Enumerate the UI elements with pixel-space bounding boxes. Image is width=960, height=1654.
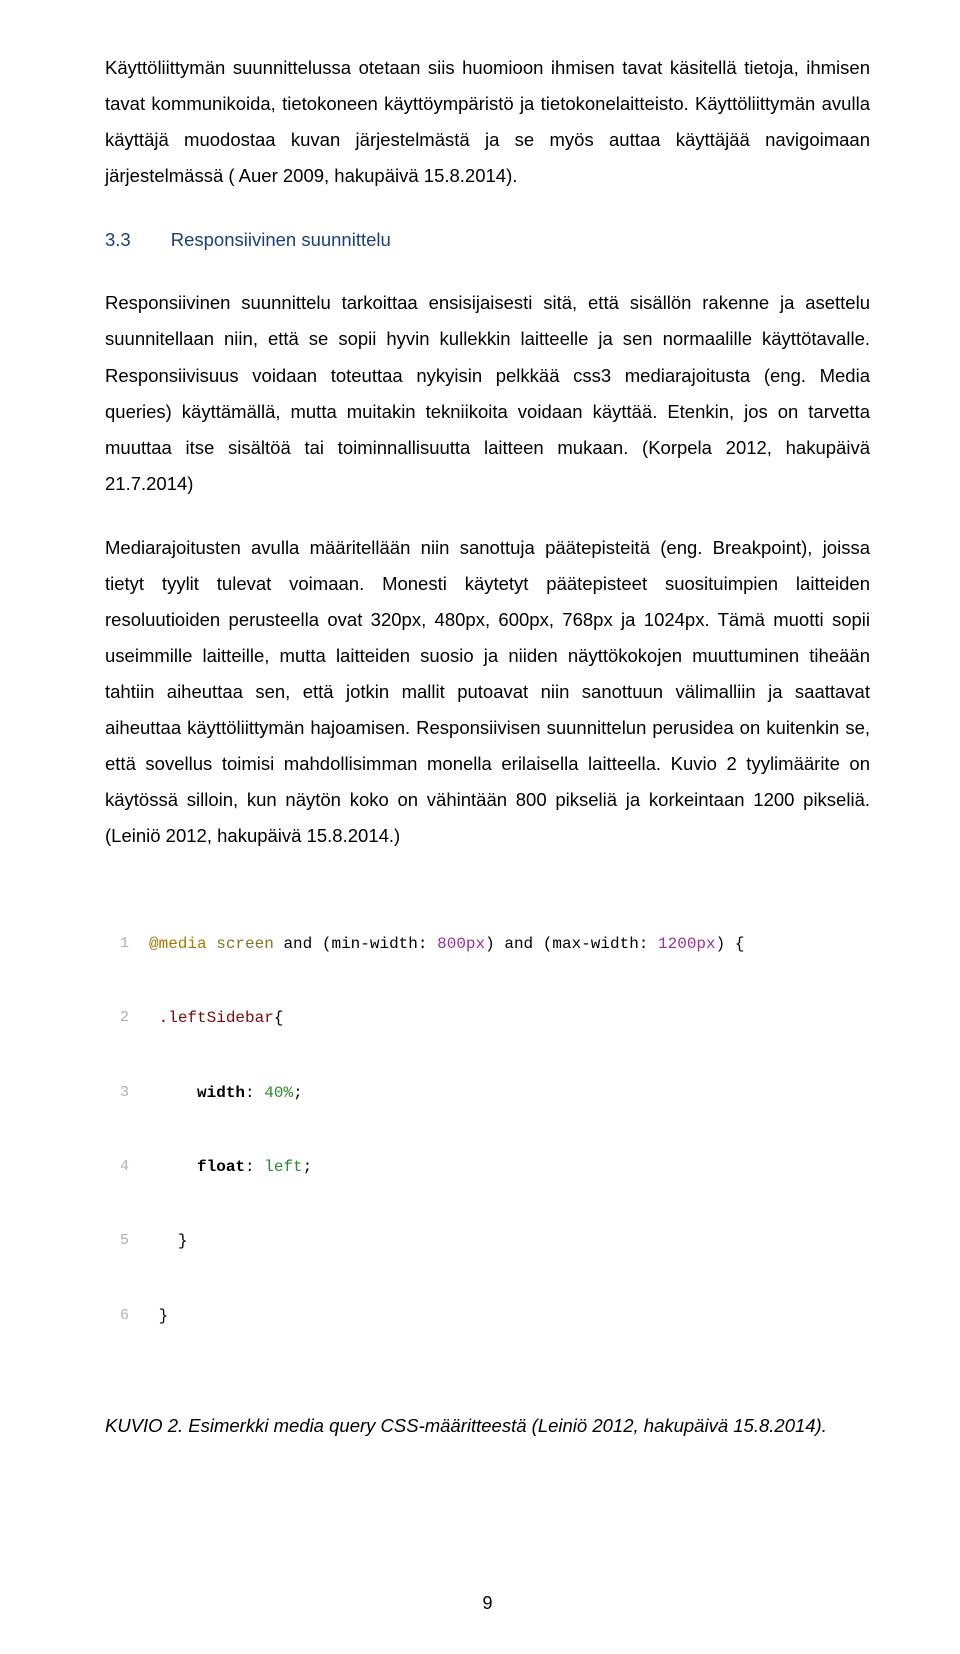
section-heading: 3.3 Responsiivinen suunnittelu <box>105 222 870 257</box>
heading-number: 3.3 <box>105 222 131 257</box>
code-token-screen: screen <box>216 935 274 953</box>
code-token-selector: .leftSidebar <box>159 1009 274 1027</box>
code-token-float-prop: float <box>197 1158 245 1176</box>
code-token-minwidth: min-width <box>331 935 417 953</box>
code-line-2: 2 .leftSidebar{ <box>109 1006 870 1031</box>
code-token-left: left <box>264 1158 302 1176</box>
code-line-4: 4 float: left; <box>109 1155 870 1180</box>
code-token-width-prop: width <box>197 1084 245 1102</box>
paragraph-1: Käyttöliittymän suunnittelussa otetaan s… <box>105 50 870 194</box>
figure-caption: KUVIO 2. Esimerkki media query CSS-määri… <box>105 1408 870 1443</box>
code-token-800px: 800px <box>437 935 485 953</box>
code-token-and: and <box>504 935 533 953</box>
code-line-3: 3 width: 40%; <box>109 1081 870 1106</box>
code-line-1: 1@media screen and (min-width: 800px) an… <box>109 932 870 957</box>
code-token-maxwidth: max-width <box>552 935 638 953</box>
page-number: 9 <box>105 1593 870 1614</box>
heading-text: Responsiivinen suunnittelu <box>171 229 391 250</box>
code-line-6: 6 } <box>109 1304 870 1329</box>
code-token-and: and <box>283 935 312 953</box>
code-line-5: 5 } <box>109 1229 870 1254</box>
document-page: Käyttöliittymän suunnittelussa otetaan s… <box>0 0 960 1654</box>
paragraph-2: Responsiivinen suunnittelu tarkoittaa en… <box>105 285 870 501</box>
code-token-40pct: 40% <box>264 1084 293 1102</box>
code-snippet: 1@media screen and (min-width: 800px) an… <box>105 882 870 1378</box>
paragraph-3: Mediarajoitusten avulla määritellään nii… <box>105 530 870 855</box>
code-token-1200px: 1200px <box>658 935 716 953</box>
code-token-media: @media <box>149 935 207 953</box>
